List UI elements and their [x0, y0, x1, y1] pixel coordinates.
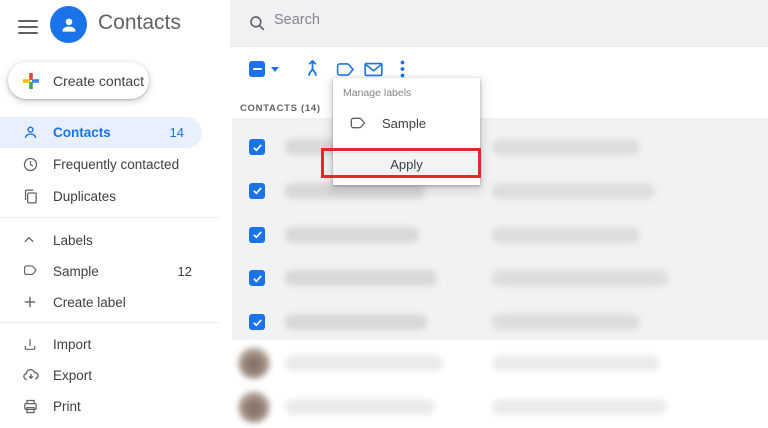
hamburger-menu-icon[interactable] — [18, 16, 38, 34]
printer-icon — [22, 398, 40, 415]
selected-rows-panel — [232, 118, 768, 340]
sidebar-item-sample-label[interactable]: Sample 12 — [0, 257, 210, 285]
sidebar-item-import[interactable]: Import — [0, 330, 210, 358]
sidebar-item-label: Contacts — [53, 125, 111, 140]
sidebar-item-label: Frequently contacted — [53, 157, 179, 172]
sidebar-divider — [0, 217, 219, 218]
sidebar-item-label: Create label — [53, 295, 126, 310]
search-icon — [248, 14, 266, 32]
chevron-up-icon — [22, 233, 40, 247]
cloud-download-icon — [22, 366, 40, 384]
sidebar-item-create-label[interactable]: Create label — [0, 288, 210, 316]
label-menu-item-text: Sample — [382, 116, 426, 131]
row-checkbox[interactable] — [249, 139, 265, 155]
copy-icon — [22, 188, 40, 205]
sidebar-divider — [0, 322, 219, 323]
redacted-contact-name — [285, 355, 443, 371]
sidebar-item-label: Duplicates — [53, 189, 116, 204]
sidebar-labels-header[interactable]: Labels — [0, 226, 210, 254]
sidebar-labels-title: Labels — [53, 233, 93, 248]
sidebar-item-label: Sample — [53, 264, 99, 279]
label-menu-item-sample[interactable]: Sample — [333, 108, 480, 138]
sidebar-item-count: 14 — [170, 125, 184, 140]
row-checkbox[interactable] — [249, 183, 265, 199]
avatar — [238, 347, 270, 379]
redacted-contact-info — [492, 399, 667, 415]
redacted-contact-name — [285, 183, 425, 199]
redacted-contact-info — [492, 270, 668, 286]
contacts-logo-icon — [50, 6, 87, 43]
sidebar-item-label: Print — [53, 399, 81, 414]
sidebar-item-count: 12 — [178, 264, 192, 279]
redacted-contact-name — [285, 270, 437, 286]
selection-dropdown-caret[interactable] — [271, 67, 279, 72]
create-contact-label: Create contact — [53, 73, 144, 89]
avatar — [238, 391, 270, 423]
create-contact-button[interactable]: Create contact — [8, 62, 149, 99]
redacted-contact-info — [492, 227, 640, 243]
google-contacts-window: Contacts Create contact Contacts 14 — [0, 0, 768, 428]
sidebar-item-print[interactable]: Print — [0, 392, 210, 420]
search-bar[interactable] — [230, 0, 768, 47]
redacted-contact-name — [285, 227, 419, 243]
google-plus-icon — [21, 71, 41, 91]
label-icon — [22, 263, 40, 280]
sidebar-item-frequently-contacted[interactable]: Frequently contacted — [0, 149, 210, 180]
redacted-contact-info — [492, 183, 655, 199]
unselected-rows-panel — [232, 340, 768, 428]
row-checkbox[interactable] — [249, 227, 265, 243]
label-icon — [350, 116, 366, 130]
redacted-contact-name — [285, 314, 427, 330]
search-input[interactable] — [274, 12, 674, 28]
sidebar-item-label: Import — [53, 337, 91, 352]
clock-icon — [22, 156, 40, 173]
merge-icon[interactable] — [303, 59, 322, 83]
plus-icon — [22, 294, 40, 310]
redacted-contact-info — [492, 355, 660, 371]
contacts-count-header: CONTACTS (14) — [240, 103, 321, 114]
apply-button[interactable]: Apply — [333, 152, 480, 176]
sidebar-item-label: Export — [53, 368, 92, 383]
sidebar-item-contacts[interactable]: Contacts 14 — [0, 117, 202, 148]
person-icon — [22, 124, 40, 141]
sidebar-item-export[interactable]: Export — [0, 361, 210, 389]
upload-icon — [22, 336, 40, 352]
manage-labels-menu: Manage labels Sample Apply — [333, 78, 480, 185]
page-title: Contacts — [98, 11, 181, 35]
row-checkbox[interactable] — [249, 314, 265, 330]
redacted-contact-info — [492, 314, 640, 330]
redacted-contact-info — [492, 139, 640, 155]
redacted-contact-name — [285, 399, 435, 415]
row-checkbox[interactable] — [249, 270, 265, 286]
select-all-checkbox[interactable] — [249, 61, 265, 77]
sidebar-item-duplicates[interactable]: Duplicates — [0, 181, 210, 212]
manage-labels-title: Manage labels — [343, 87, 411, 99]
